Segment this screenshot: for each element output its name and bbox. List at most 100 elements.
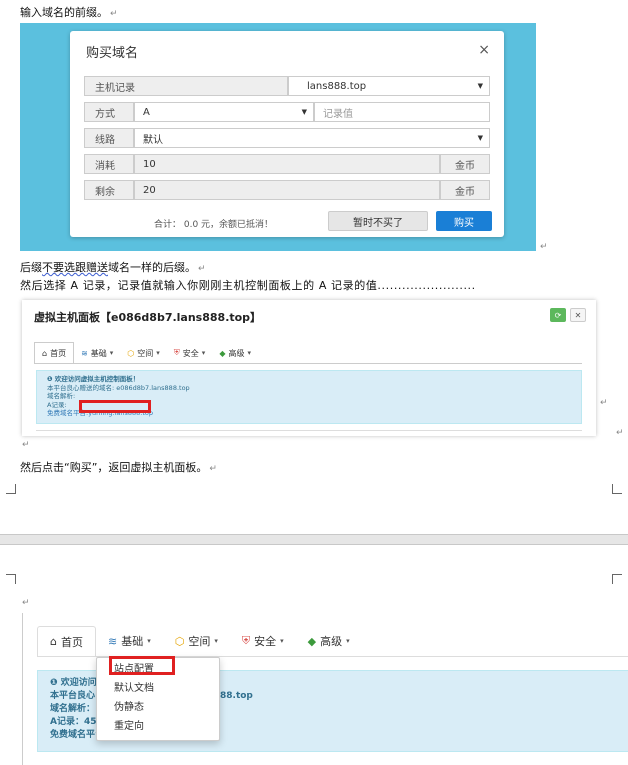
chevron-down-icon: ▾ [156,349,160,357]
site-config-highlight [109,656,175,675]
tab-space[interactable]: ⬡ 空间 ▾ [120,342,167,364]
tab-basic[interactable]: ≋ 基础 ▾ [74,342,120,364]
doc-line-2-b: 不要选跟赠送 [42,261,108,274]
line-select-value: 默认 [143,134,163,146]
tab-security-label: 安全 [254,635,277,648]
host-record-label: 主机记录 [84,76,288,96]
buy-domain-screenshot: 购买域名 × 主机记录 lans888.top ▼ 方式 A ▼ 记录值 线路 … [20,23,536,251]
menu-item-rewrite[interactable]: 伪静态 [97,696,219,715]
doc-line-1-text: 输入域名的前缀。 [20,6,108,19]
doc-line-1: 输入域名的前缀。 ↵ [20,4,118,20]
record-value-placeholder: 记录值 [323,108,353,120]
panel-title: 虚拟主机面板【e086d8b7.lans888.top】 [34,311,262,324]
record-value-input[interactable]: 记录值 [314,102,490,122]
home-icon: ⌂ [42,349,48,358]
doc-line-3-text: 然后选择 A 记录，记录值就输入你刚刚主机控制面板上的 A 记录的值......… [20,279,476,292]
mode-label: 方式 [84,102,134,122]
tab-home-label: 首页 [60,635,83,649]
page-break [0,534,628,545]
para-mark: ↵ [600,398,608,408]
cost-unit: 金币 [440,154,490,174]
cost-value: 10 [134,154,440,174]
para-mark: ↵ [110,9,118,19]
tab-home-label: 首页 [50,349,67,358]
chevron-down-icon: ▾ [109,349,114,357]
tab-security[interactable]: ⛨ 安全 ▾ [167,342,213,364]
domain-select-value: lans888.top [307,80,367,92]
tab-basic[interactable]: ≋ 基础 ▾ [96,626,163,656]
page-corner-mark [612,484,622,494]
close-icon[interactable]: × [478,42,490,58]
tab-space-label: 空间 [137,348,154,358]
shield-icon: ⛨ [173,348,180,357]
menu-item-default-doc[interactable]: 默认文档 [97,677,219,696]
refresh-icon[interactable]: ⟳ [550,308,566,322]
host-panel-screenshot: 虚拟主机面板【e086d8b7.lans888.top】 ⟳ ✕ ⌂ 首页 ≋ 基础… [22,300,596,436]
para-mark: ↵ [540,242,548,252]
remain-unit: 金币 [440,180,490,200]
diamond-icon: ◆ [219,348,226,358]
layers-icon: ≋ [81,348,88,358]
buy-domain-dialog: 购买域名 × 主机记录 lans888.top ▼ 方式 A ▼ 记录值 线路 … [70,31,504,237]
chevron-down-icon: ▾ [280,637,284,645]
tab-advanced-label: 高级 [320,635,343,648]
tab-space-label: 空间 [188,635,211,648]
chevron-down-icon: ▾ [214,637,218,645]
menu-item-redirect[interactable]: 重定向 [97,715,219,734]
tab-advanced-label: 高级 [228,348,245,358]
doc-line-2: 后缀不要选跟赠送域名一样的后缀。 ↵ [20,259,206,275]
page-corner-mark [612,574,622,584]
a-record-highlight [79,400,151,413]
tab-security-label: 安全 [182,348,199,358]
line-row: 线路 默认 ▼ [84,128,490,148]
mode-row: 方式 A ▼ 记录值 [84,102,490,122]
cube-icon: ⬡ [127,348,135,358]
layers-icon: ≋ [107,634,118,648]
remain-value: 20 [134,180,440,200]
domain-select[interactable]: lans888.top ▼ [288,76,490,96]
chevron-down-icon: ▾ [346,637,350,645]
shield-icon: ⛨ [241,634,251,647]
welcome-info-box: ❶ 欢迎访问虚拟主机控制面板！ 本平台良心赠送的域名: e086d8b7.lan… [36,370,582,424]
tab-basic-label: 基础 [90,348,107,358]
mode-select[interactable]: A ▼ [134,102,314,122]
doc-line-2-a: 后缀 [20,261,42,274]
host-record-row: 主机记录 lans888.top ▼ [84,76,490,96]
tab-space[interactable]: ⬡ 空间 ▾ [163,626,230,656]
dialog-title: 购买域名 [86,46,139,61]
tab-advanced[interactable]: ◆ 高级 ▾ [212,342,258,364]
total-text: 合计： 0.0 元，余额已抵消！ [154,220,274,230]
cost-label: 消耗 [84,154,134,174]
panel-divider [36,430,582,431]
doc-line-4: 然后点击“购买”，返回虚拟主机面板。 ↵ [20,459,217,475]
chevron-down-icon: ▼ [477,134,483,142]
domain-fragment: 88.top [220,691,253,701]
page-corner-mark [6,484,16,494]
tab-home[interactable]: ⌂ 首页 [37,626,96,656]
tab-advanced[interactable]: ◆ 高级 ▾ [296,626,362,656]
buy-button[interactable]: 购买 [436,211,492,231]
page-corner-mark [6,574,16,584]
panel-tabs: ⌂ 首页 ≋ 基础 ▾ ⬡ 空间 ▾ ⛨ 安全 ▾ ◆ 高级 ▾ [34,342,258,364]
chevron-down-icon: ▾ [247,349,251,357]
cancel-button[interactable]: 暂时不买了 [328,211,428,231]
panel-tabs: ⌂ 首页 ≋ 基础 ▾ ⬡ 空间 ▾ ⛨ 安全 ▾ ◆ 高级 ▾ [37,626,362,656]
tab-basic-label: 基础 [121,635,144,648]
line-select[interactable]: 默认 ▼ [134,128,490,148]
cube-icon: ⬡ [174,634,185,648]
para-mark: ↵ [22,598,30,608]
tab-home[interactable]: ⌂ 首页 [34,342,75,364]
doc-line-3: 然后选择 A 记录，记录值就输入你刚刚主机控制面板上的 A 记录的值......… [20,277,476,293]
chevron-down-icon: ▼ [301,108,307,116]
chevron-down-icon: ▼ [477,82,483,90]
mode-select-value: A [143,106,150,118]
diamond-icon: ◆ [307,634,317,648]
close-icon[interactable]: ✕ [570,308,586,322]
remain-row: 剩余 20 金币 [84,180,490,200]
tab-divider [34,363,582,364]
tab-security[interactable]: ⛨ 安全 ▾ [230,626,296,656]
home-icon: ⌂ [50,635,57,648]
info-line: 本平台良心 [50,691,96,701]
para-mark: ↵ [198,264,206,274]
line-label: 线路 [84,128,134,148]
